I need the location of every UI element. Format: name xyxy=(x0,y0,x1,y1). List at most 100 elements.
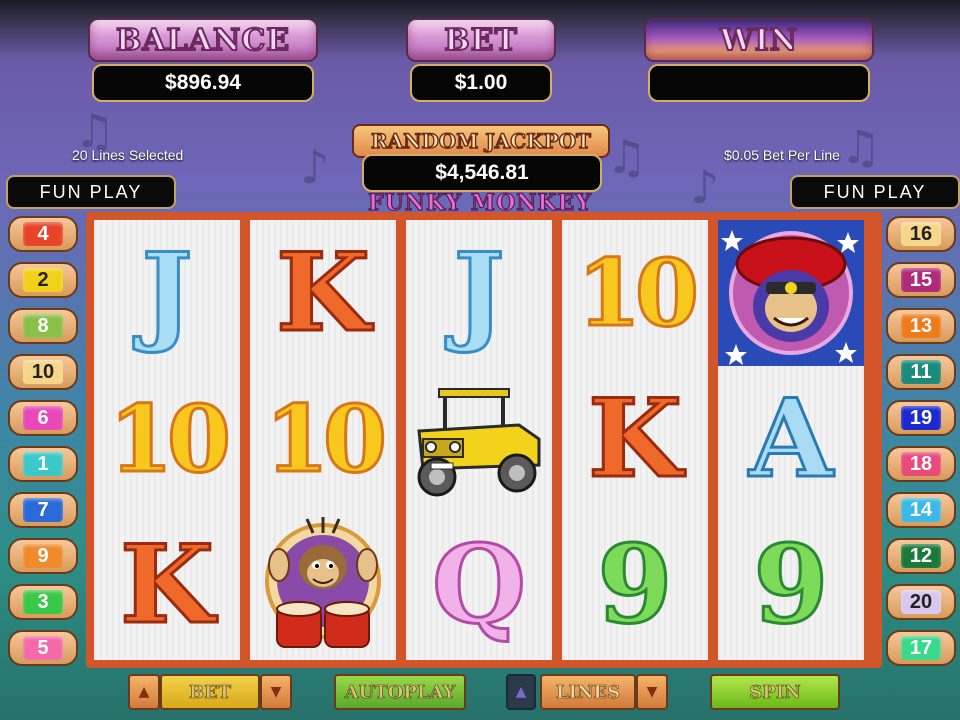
payline-number: 9 xyxy=(23,544,63,568)
payline-number: 8 xyxy=(23,314,63,338)
bet-button[interactable]: BET xyxy=(160,674,260,710)
jackpot-value: $4,546.81 xyxy=(362,154,602,192)
payline-button-10[interactable]: 10 xyxy=(8,354,78,390)
bet-panel: BET $1.00 xyxy=(406,18,556,104)
symbol-monkey-wild xyxy=(718,220,864,366)
payline-button-11[interactable]: 11 xyxy=(886,354,956,390)
spin-button[interactable]: SPIN xyxy=(710,674,840,710)
jeep-icon xyxy=(417,388,541,497)
payline-button-15[interactable]: 15 xyxy=(886,262,956,298)
payline-button-12[interactable]: 12 xyxy=(886,538,956,574)
balance-plaque: BALANCE xyxy=(88,18,318,62)
payline-number: 3 xyxy=(23,590,63,614)
symbol-10: 10 xyxy=(263,385,388,493)
symbol-jeep xyxy=(406,366,552,512)
monkey-wild-icon xyxy=(718,220,864,366)
bet-decrease-button[interactable]: ▲ xyxy=(128,674,160,710)
payline-button-7[interactable]: 7 xyxy=(8,492,78,528)
payline-button-5[interactable]: 5 xyxy=(8,630,78,666)
payline-number: 10 xyxy=(23,360,63,384)
payline-number: 12 xyxy=(901,544,941,568)
arrow-up-icon: ▲ xyxy=(515,684,527,700)
balance-label: BALANCE xyxy=(115,22,291,59)
symbol-a: A xyxy=(748,376,835,502)
reels-frame: J 10 K K 10 J Q 10 K 9 A 9 xyxy=(86,212,882,668)
win-panel: WIN xyxy=(644,18,874,104)
payline-button-1[interactable]: 1 xyxy=(8,446,78,482)
win-plaque: WIN xyxy=(644,18,874,62)
payline-number: 14 xyxy=(901,498,941,522)
payline-number: 1 xyxy=(23,452,63,476)
payline-button-20[interactable]: 20 xyxy=(886,584,956,620)
payline-number: 6 xyxy=(23,406,63,430)
payline-number: 15 xyxy=(901,268,941,292)
win-label: WIN xyxy=(719,22,799,59)
symbol-10: 10 xyxy=(107,385,232,493)
symbol-j: J xyxy=(452,230,506,356)
symbol-10: 10 xyxy=(575,239,700,347)
payline-number: 13 xyxy=(901,314,941,338)
balance-panel: BALANCE $896.94 xyxy=(88,18,318,104)
arrow-down-icon: ▼ xyxy=(646,684,658,700)
reel-2: K 10 xyxy=(250,220,396,660)
reel-4: 10 K 9 xyxy=(562,220,708,660)
bet-per-line-text: $0.05 Bet Per Line xyxy=(724,147,840,163)
jackpot-label: RANDOM JACKPOT xyxy=(370,128,591,153)
fun-play-indicator-left: FUN PLAY xyxy=(6,175,176,209)
payline-button-19[interactable]: 19 xyxy=(886,400,956,436)
symbol-j: J xyxy=(140,230,194,356)
payline-button-17[interactable]: 17 xyxy=(886,630,956,666)
payline-number: 19 xyxy=(901,406,941,430)
payline-number: 5 xyxy=(23,636,63,660)
music-note-decoration: ♪ xyxy=(690,160,720,214)
reel-5: A 9 xyxy=(718,220,864,660)
bet-value: $1.00 xyxy=(410,64,552,102)
lines-decrease-button[interactable]: ▲ xyxy=(506,674,536,710)
symbol-9: 9 xyxy=(596,522,674,648)
payline-button-13[interactable]: 13 xyxy=(886,308,956,344)
lines-increase-button[interactable]: ▼ xyxy=(636,674,668,710)
win-value xyxy=(648,64,870,102)
payline-button-4[interactable]: 4 xyxy=(8,216,78,252)
payline-button-8[interactable]: 8 xyxy=(8,308,78,344)
payline-number: 7 xyxy=(23,498,63,522)
payline-button-16[interactable]: 16 xyxy=(886,216,956,252)
autoplay-button[interactable]: AUTOPLAY xyxy=(334,674,466,710)
symbol-monkey-drummer xyxy=(250,512,396,658)
bet-plaque: BET xyxy=(406,18,556,62)
balance-value: $896.94 xyxy=(92,64,314,102)
jackpot-plaque: RANDOM JACKPOT xyxy=(352,124,610,158)
payline-number: 16 xyxy=(901,222,941,246)
payline-number: 11 xyxy=(901,360,941,384)
payline-number: 17 xyxy=(901,636,941,660)
reel-1: J 10 K xyxy=(94,220,240,660)
reel-3: J Q xyxy=(406,220,552,660)
slot-machine-screen: ♫ ♪ ♫ ♪ ♫ BALANCE $896.94 BET $1.00 WIN … xyxy=(0,0,960,720)
fun-play-indicator-right: FUN PLAY xyxy=(790,175,960,209)
music-note-decoration: ♪ xyxy=(300,140,330,194)
bet-label: BET xyxy=(443,22,518,59)
payline-button-2[interactable]: 2 xyxy=(8,262,78,298)
payline-number: 4 xyxy=(23,222,63,246)
arrow-down-icon: ▼ xyxy=(270,684,282,700)
payline-button-18[interactable]: 18 xyxy=(886,446,956,482)
symbol-k: K xyxy=(587,376,684,502)
payline-number: 2 xyxy=(23,268,63,292)
symbol-9: 9 xyxy=(752,522,830,648)
lines-button[interactable]: LINES xyxy=(540,674,636,710)
payline-button-3[interactable]: 3 xyxy=(8,584,78,620)
music-note-decoration: ♫ xyxy=(606,130,648,184)
payline-button-9[interactable]: 9 xyxy=(8,538,78,574)
lines-selected-text: 20 Lines Selected xyxy=(72,147,184,163)
control-bar: ▲ BET ▼ AUTOPLAY ▲ LINES ▼ SPIN xyxy=(0,668,960,720)
payline-button-6[interactable]: 6 xyxy=(8,400,78,436)
symbol-q: Q xyxy=(430,522,527,648)
monkey-drummer-icon xyxy=(265,517,381,648)
bet-increase-button[interactable]: ▼ xyxy=(260,674,292,710)
music-note-decoration: ♫ xyxy=(840,120,882,174)
symbol-k: K xyxy=(275,230,372,356)
payline-button-14[interactable]: 14 xyxy=(886,492,956,528)
payline-number: 20 xyxy=(901,590,941,614)
payline-number: 18 xyxy=(901,452,941,476)
symbol-k: K xyxy=(119,522,216,648)
